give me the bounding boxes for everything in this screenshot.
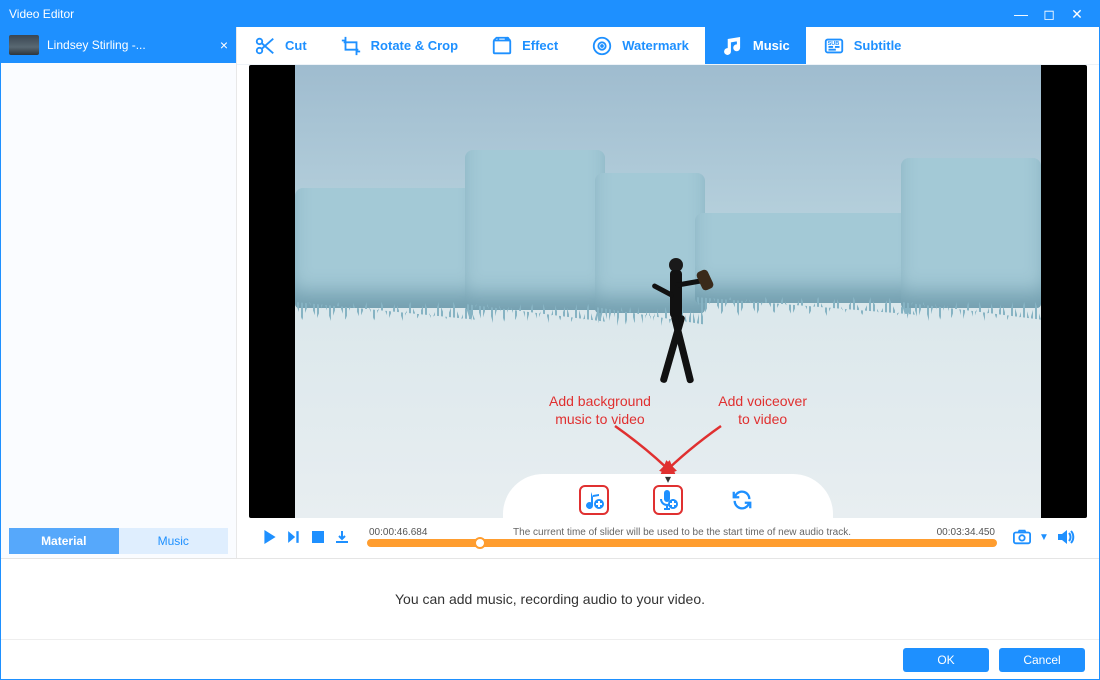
tool-cut-label: Cut: [285, 38, 307, 53]
window-title: Video Editor: [9, 7, 1007, 21]
effect-icon: [490, 34, 514, 58]
add-voiceover-button[interactable]: [653, 485, 683, 515]
open-file-tab[interactable]: Lindsey Stirling -... ×: [1, 27, 236, 63]
tool-rotate-crop-label: Rotate & Crop: [371, 38, 458, 53]
close-file-icon[interactable]: ×: [220, 37, 228, 53]
tool-watermark[interactable]: Watermark: [574, 27, 705, 64]
timeline-thumb[interactable]: [474, 537, 486, 549]
refresh-button[interactable]: [727, 485, 757, 515]
music-note-icon: [721, 34, 745, 58]
add-music-button[interactable]: [579, 485, 609, 515]
rotate-crop-icon: [339, 34, 363, 58]
sidebar-tab-music-label: Music: [158, 534, 189, 548]
sidebar-tab-material[interactable]: Material: [9, 528, 119, 554]
close-window-button[interactable]: ✕: [1063, 6, 1091, 23]
sidebar: Lindsey Stirling -... × Material Music: [1, 27, 237, 558]
info-strip: You can add music, recording audio to yo…: [1, 559, 1099, 639]
step-button[interactable]: [285, 528, 303, 546]
tool-rotate-crop[interactable]: Rotate & Crop: [323, 27, 474, 64]
toolbar: Cut Rotate & Crop Effect: [237, 27, 1099, 65]
video-preview[interactable]: Add background music to video Add voiceo…: [249, 65, 1087, 518]
tool-music-label: Music: [753, 38, 790, 53]
export-frame-button[interactable]: [333, 528, 351, 546]
tool-effect[interactable]: Effect: [474, 27, 574, 64]
timeline: 00:00:46.684 The current time of slider …: [249, 518, 1087, 558]
title-bar: Video Editor ― ◻ ✕: [1, 1, 1099, 27]
action-tray: ▾: [503, 474, 833, 518]
snapshot-dropdown-icon[interactable]: ▼: [1035, 528, 1053, 546]
timeline-track[interactable]: [367, 539, 997, 547]
timeline-hint: The current time of slider will be used …: [427, 527, 936, 538]
sidebar-tab-material-label: Material: [41, 534, 86, 548]
info-text: You can add music, recording audio to yo…: [395, 591, 705, 607]
video-frame: [295, 65, 1041, 518]
ok-button[interactable]: OK: [903, 648, 989, 672]
tool-subtitle[interactable]: SUB Subtitle: [806, 27, 918, 64]
subtitle-icon: SUB: [822, 34, 846, 58]
stop-button[interactable]: [309, 528, 327, 546]
sidebar-empty-area: [1, 63, 236, 524]
tray-collapse-icon[interactable]: ▾: [665, 472, 671, 486]
watermark-icon: [590, 34, 614, 58]
file-name-label: Lindsey Stirling -...: [47, 38, 212, 52]
play-button[interactable]: [261, 528, 279, 546]
tool-effect-label: Effect: [522, 38, 558, 53]
tool-cut[interactable]: Cut: [237, 27, 323, 64]
sidebar-tab-music[interactable]: Music: [119, 528, 229, 554]
tool-subtitle-label: Subtitle: [854, 38, 902, 53]
minimize-button[interactable]: ―: [1007, 6, 1035, 22]
total-time: 00:03:34.450: [937, 527, 995, 538]
volume-button[interactable]: [1057, 528, 1075, 546]
snapshot-button[interactable]: [1013, 528, 1031, 546]
maximize-button[interactable]: ◻: [1035, 6, 1063, 23]
file-thumbnail: [9, 35, 39, 55]
scissors-icon: [253, 34, 277, 58]
cancel-button[interactable]: Cancel: [999, 648, 1085, 672]
footer: OK Cancel: [1, 639, 1099, 679]
current-time: 00:00:46.684: [369, 527, 427, 538]
tool-music[interactable]: Music: [705, 27, 806, 64]
svg-text:SUB: SUB: [827, 41, 839, 47]
tool-watermark-label: Watermark: [622, 38, 689, 53]
